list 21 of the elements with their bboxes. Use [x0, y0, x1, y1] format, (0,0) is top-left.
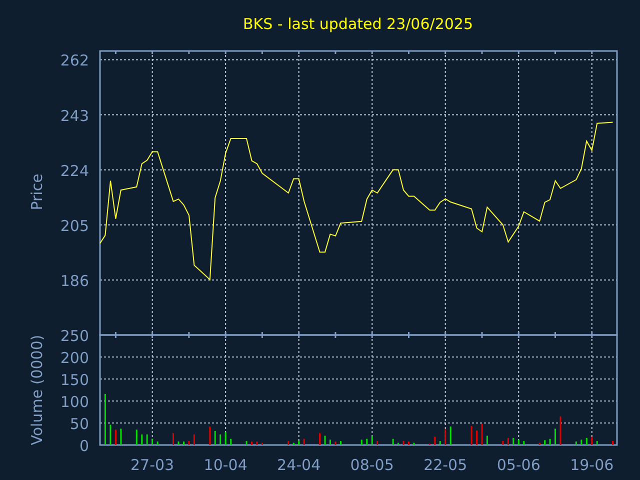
- x-tick-label: 05-06: [496, 456, 540, 474]
- y-tick-label: 150: [60, 371, 89, 389]
- x-tick-label: 22-05: [424, 456, 468, 474]
- y-tick-label: 262: [60, 52, 89, 70]
- y-tick-label: 243: [60, 106, 89, 125]
- y-tick-label: 0: [79, 437, 89, 455]
- y-tick-label: 200: [60, 349, 89, 367]
- y-tick-label: 50: [70, 415, 89, 433]
- x-tick-label: 10-04: [204, 456, 248, 474]
- x-tick-label: 27-03: [130, 456, 174, 474]
- x-tick-label: 24-04: [277, 456, 321, 474]
- y-tick-label: 205: [60, 216, 89, 235]
- x-tick-label: 19-06: [570, 456, 614, 474]
- y-tick-label: 100: [60, 393, 89, 411]
- axis-title: Volume (0000): [28, 334, 46, 446]
- x-tick-label: 08-05: [350, 456, 394, 474]
- axis-title: Price: [28, 174, 46, 210]
- y-tick-label: 224: [60, 162, 89, 180]
- chart-title: BKS - last updated 23/06/2025: [242, 15, 474, 33]
- y-tick-label: 250: [60, 327, 89, 345]
- y-tick-label: 186: [60, 272, 89, 290]
